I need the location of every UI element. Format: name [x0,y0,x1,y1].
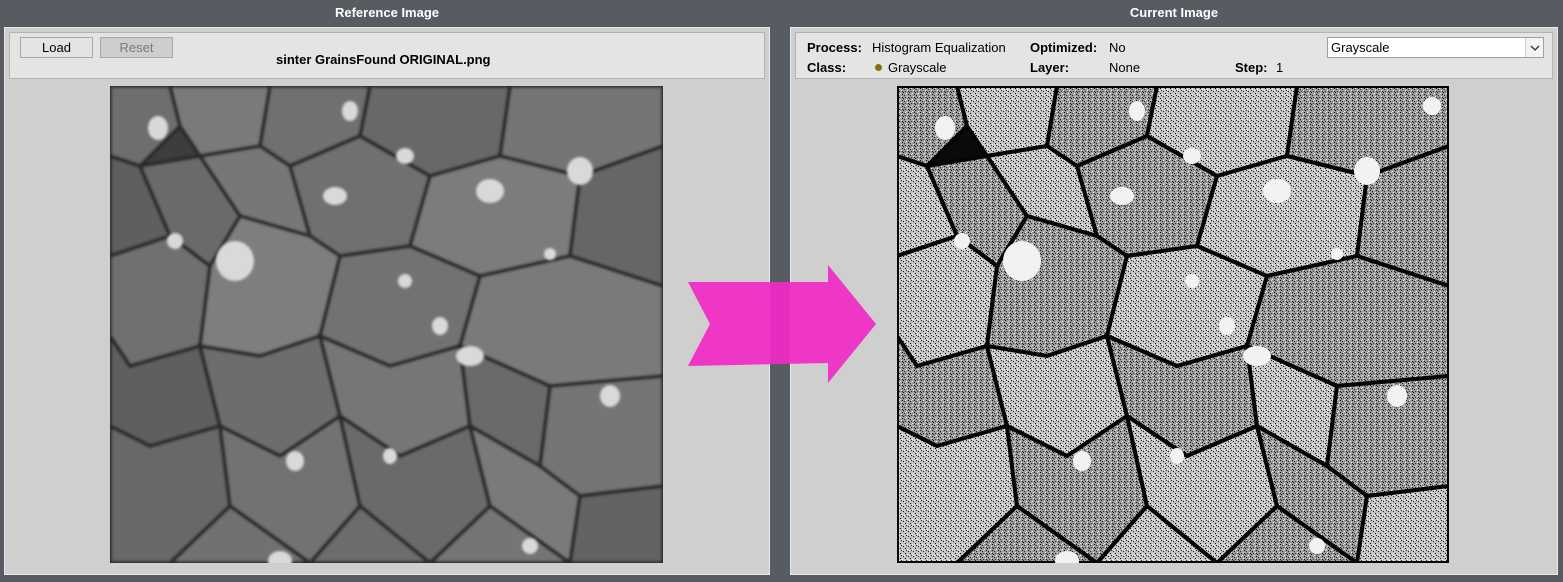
class-status-dot [875,64,882,72]
optimized-label: Optimized: [1030,40,1098,55]
reference-grain-image [110,86,663,563]
current-toolbar: Process: Histogram Equalization Optimize… [795,32,1553,79]
current-image [897,86,1449,563]
reference-pane: Load Reset sinter GrainsFound ORIGINAL.p… [4,27,770,575]
reference-image [110,86,663,563]
step-value: 1 [1276,60,1284,75]
current-pane: Process: Histogram Equalization Optimize… [790,27,1558,575]
optimized-value: No [1109,40,1126,55]
current-grain-image [897,86,1449,563]
reset-button[interactable]: Reset [100,37,173,58]
layer-label: Layer: [1030,60,1070,75]
reference-toolbar: Load Reset sinter GrainsFound ORIGINAL.p… [9,32,765,79]
process-label: Process: [807,40,862,55]
load-button[interactable]: Load [20,37,93,58]
layer-value: None [1109,60,1141,75]
mode-select-value: Grayscale [1331,40,1390,55]
chevron-down-icon[interactable] [1525,38,1543,57]
class-label: Class: [807,60,847,75]
reference-pane-title: Reference Image [334,5,440,20]
current-pane-title: Current Image [1129,5,1219,20]
class-value: Grayscale [875,60,947,75]
class-value-text: Grayscale [888,60,947,75]
process-value: Histogram Equalization [872,40,1006,55]
mode-select[interactable]: Grayscale [1327,37,1544,58]
reference-filename: sinter GrainsFound ORIGINAL.png [276,52,491,67]
step-label: Step: [1235,60,1268,75]
arrow-right-icon [688,265,876,383]
